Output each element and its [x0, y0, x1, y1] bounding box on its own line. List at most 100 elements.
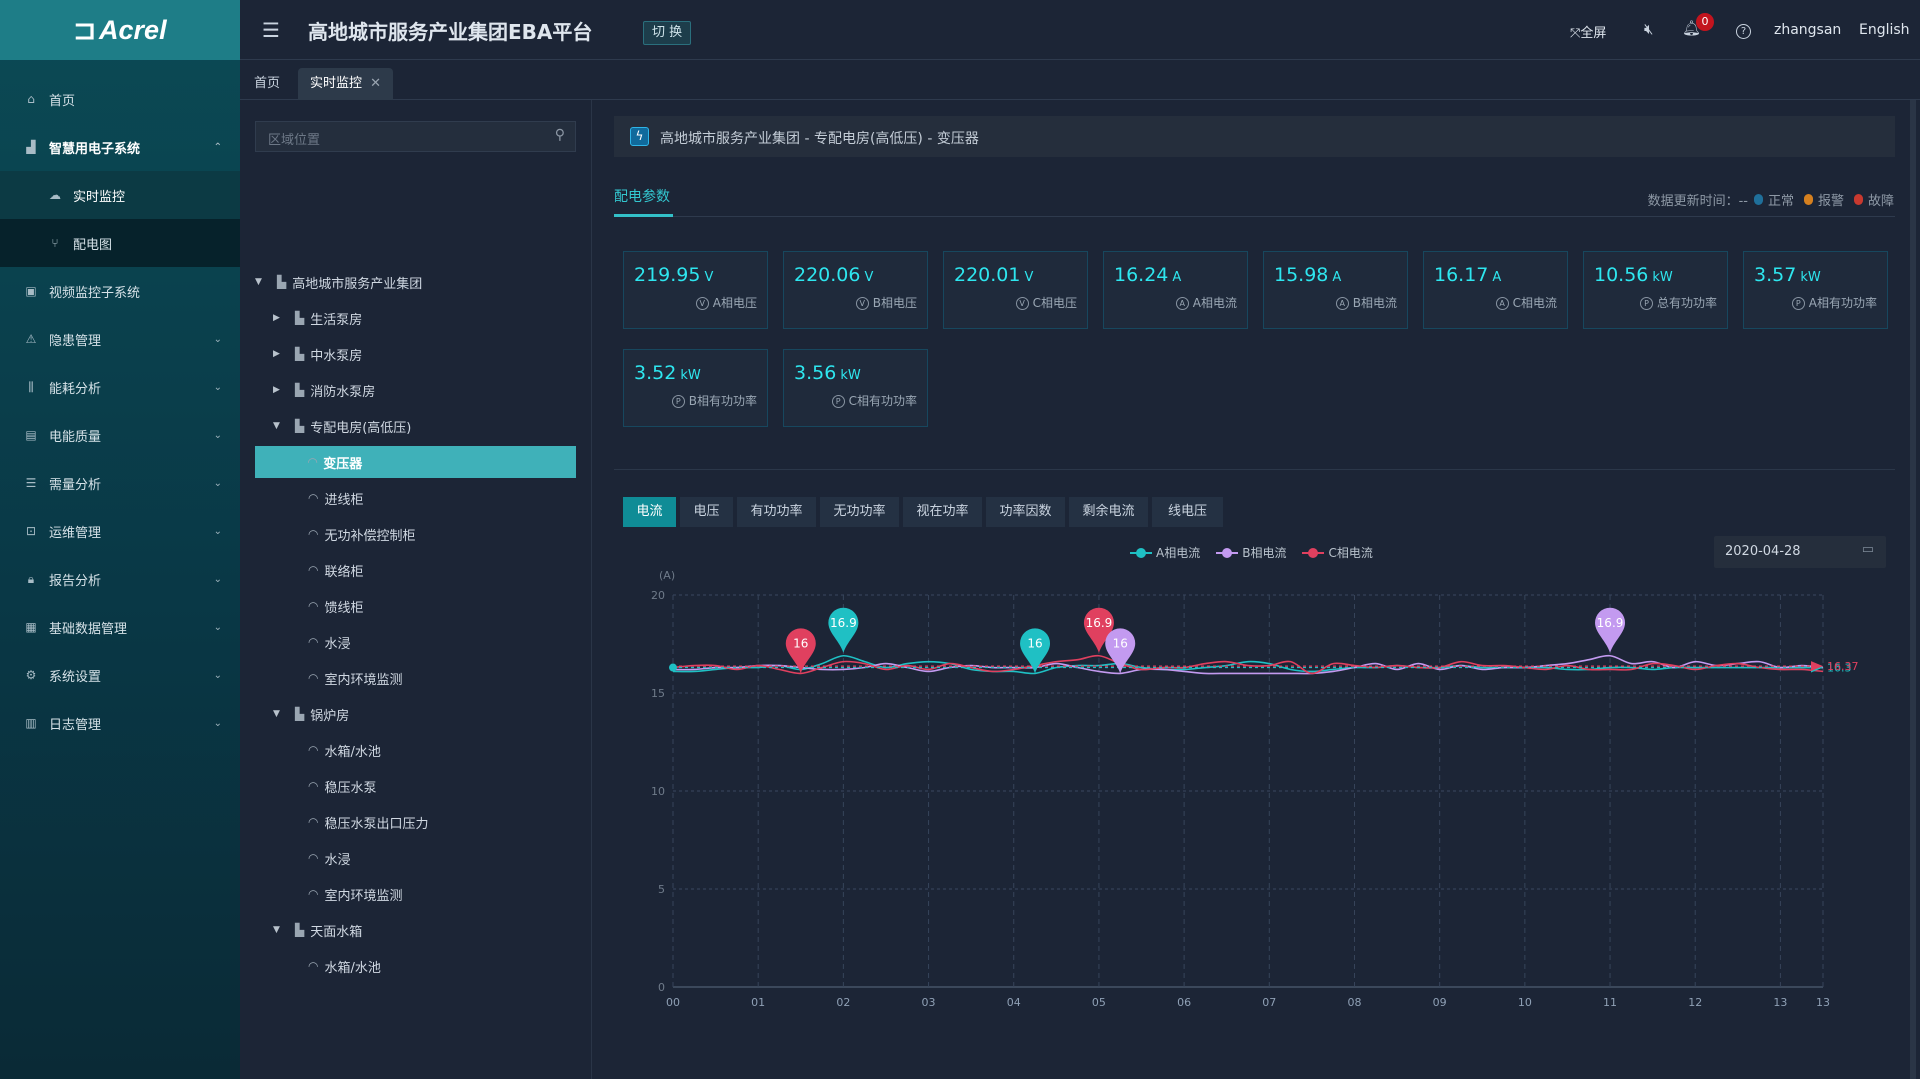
area-search-input[interactable]: 区域位置 ⚲	[255, 121, 576, 152]
building-icon: ▙	[295, 419, 305, 433]
building-icon: ▙	[295, 311, 305, 325]
tree-node[interactable]: ▼ ▙ 高地城市服务产业集团	[255, 268, 422, 296]
sidebar-item[interactable]: ⫼ 能耗分析 ⌄	[0, 363, 240, 411]
language-switch[interactable]: English	[1859, 22, 1910, 38]
sensor-icon: ◠	[308, 455, 318, 469]
chart-tab[interactable]: 视在功率	[903, 497, 982, 527]
status-legend-item: 报警	[1803, 190, 1844, 209]
status-dot-icon	[1853, 194, 1863, 205]
metric-label-text: A相电压	[712, 296, 757, 310]
chevron-down-icon: ⌄	[213, 429, 222, 441]
chart-tab[interactable]: 电压	[680, 497, 733, 527]
sidebar-item[interactable]: ☰ 需量分析 ⌄	[0, 459, 240, 507]
sidebar-item[interactable]: ⑂ 配电图	[0, 219, 240, 267]
search-placeholder: 区域位置	[268, 133, 321, 148]
tree-node[interactable]: ▼ ▙ 专配电房(高低压)	[273, 412, 411, 440]
warning-icon: ⚠	[25, 332, 37, 346]
sidebar-item[interactable]: ▟ 智慧用电子系统 ⌃	[0, 123, 240, 171]
chart-tab[interactable]: 有功功率	[737, 497, 816, 527]
breadcrumb-bar: ϟ 高地城市服务产业集团 - 专配电房(高低压) - 变压器	[614, 116, 1895, 157]
sidebar-item[interactable]: ▦ 基础数据管理 ⌄	[0, 603, 240, 651]
sidebar-item[interactable]: ⚙ 系统设置 ⌄	[0, 651, 240, 699]
page-tabs: 首页 实时监控 ✕	[240, 60, 1920, 100]
tree-node[interactable]: ◠ 水箱/水池	[308, 736, 381, 764]
fullscreen-button[interactable]: ⤧全屏	[1570, 22, 1606, 41]
menu-toggle-icon[interactable]: ☰	[262, 18, 280, 42]
help-icon[interactable]: ?	[1736, 24, 1751, 39]
metric-unit: kW	[1652, 270, 1673, 285]
caret-down-icon[interactable]: ▼	[273, 925, 285, 935]
y-tick-label: 20	[651, 589, 665, 602]
sidebar-item[interactable]: ☁ 实时监控	[0, 171, 240, 219]
sensor-icon: ◠	[308, 851, 319, 865]
tree-node[interactable]: ▶ ▙ 消防水泵房	[273, 376, 375, 404]
tree-node[interactable]: ◠ 稳压水泵出口压力	[308, 808, 429, 836]
caret-down-icon[interactable]: ▼	[273, 709, 285, 719]
sidebar-item[interactable]: ▤ 电能质量 ⌄	[0, 411, 240, 459]
sidebar-item[interactable]: ⌂ 首页	[0, 75, 240, 123]
mark-point-label: 16.9	[1597, 616, 1624, 630]
tree-node[interactable]: ▼ ▙ 天面水箱	[273, 916, 362, 944]
sidebar-item[interactable]: ▥ 日志管理 ⌄	[0, 699, 240, 747]
tree-node[interactable]: ◠ 稳压水泵	[308, 772, 377, 800]
status-label: 报警	[1817, 194, 1844, 209]
caret-right-icon[interactable]: ▶	[273, 313, 285, 323]
sidebar-item[interactable]: ⚠ 隐患管理 ⌄	[0, 315, 240, 363]
metric-value: 220.01 V	[954, 264, 1033, 286]
metric-label: A B相电流	[1335, 294, 1397, 311]
sensor-icon: ◠	[308, 491, 319, 505]
caret-right-icon[interactable]: ▶	[273, 385, 285, 395]
tab-home[interactable]: 首页	[242, 68, 292, 100]
tree-node[interactable]: ◠ 水浸	[308, 844, 351, 872]
tree-node[interactable]: ◠ 无功补偿控制柜	[308, 520, 416, 548]
metric-number: 3.52	[634, 362, 677, 384]
metric-number: 219.95	[634, 264, 701, 286]
switch-button[interactable]: 切 换	[643, 21, 692, 45]
metric-label: A C相电流	[1495, 294, 1557, 311]
sensor-icon: ◠	[308, 563, 319, 577]
chart-tab[interactable]: 无功功率	[820, 497, 899, 527]
tree-node[interactable]: ◠ 联络柜	[308, 556, 364, 584]
tree-node[interactable]: ◠ 水箱/水池	[308, 952, 381, 980]
caret-down-icon[interactable]: ▼	[255, 277, 267, 287]
sensor-icon: ◠	[308, 959, 319, 973]
user-name[interactable]: zhangsan	[1774, 22, 1841, 38]
sensor-icon: ◠	[308, 527, 319, 541]
tree-node[interactable]: ▶ ▙ 生活泵房	[273, 304, 362, 332]
x-tick-label: 04	[1007, 996, 1021, 1009]
chart-tab[interactable]: 电流	[623, 497, 676, 527]
search-icon[interactable]: ⚲	[555, 127, 565, 143]
gear-icon: ⚙	[25, 668, 37, 682]
sidebar-item[interactable]: ⊡ 运维管理 ⌄	[0, 507, 240, 555]
tree-node[interactable]: ◠ 室内环境监测	[308, 664, 403, 692]
sidebar-item[interactable]: 🔒︎ 报告分析 ⌄	[0, 555, 240, 603]
mute-icon[interactable]: 🔇︎	[1644, 20, 1653, 38]
tab-realtime-monitor[interactable]: 实时监控 ✕	[298, 68, 394, 100]
tree-node[interactable]: ◠ 室内环境监测	[308, 880, 403, 908]
tab-power-params[interactable]: 配电参数	[614, 186, 670, 206]
metric-unit: V	[704, 270, 714, 285]
tree-node[interactable]: ▼ ▙ 锅炉房	[273, 700, 349, 728]
sensor-icon: ◠	[308, 599, 319, 613]
caret-down-icon[interactable]: ▼	[273, 421, 285, 431]
chart-tab[interactable]: 功率因数	[986, 497, 1065, 527]
chart-tab[interactable]: 剩余电流	[1069, 497, 1148, 527]
metric-card: 3.52 kW P B相有功功率	[623, 349, 768, 427]
close-icon[interactable]: ✕	[370, 76, 381, 91]
metric-label: P C相有功功率	[831, 392, 917, 409]
metric-card: 3.56 kW P C相有功功率	[783, 349, 928, 427]
y-tick-label: 5	[658, 883, 665, 896]
caret-right-icon[interactable]: ▶	[273, 349, 285, 359]
tree-node[interactable]: ◠ 馈线柜	[308, 592, 364, 620]
building-icon: ▙	[295, 347, 305, 361]
tree-node[interactable]: ▶ ▙ 中水泵房	[273, 340, 362, 368]
tree-node[interactable]: ◠ 变压器	[308, 448, 362, 476]
tree-node[interactable]: ◠ 水浸	[308, 628, 351, 656]
chevron-down-icon: ⌄	[213, 669, 222, 681]
scrollbar[interactable]	[1910, 100, 1916, 1079]
metric-card: 16.24 A A A相电流	[1103, 251, 1248, 329]
sidebar-item[interactable]: ▣ 视频监控子系统	[0, 267, 240, 315]
chart-tab[interactable]: 线电压	[1152, 497, 1223, 527]
tree-node-label: 生活泵房	[310, 312, 363, 328]
tree-node[interactable]: ◠ 进线柜	[308, 484, 364, 512]
